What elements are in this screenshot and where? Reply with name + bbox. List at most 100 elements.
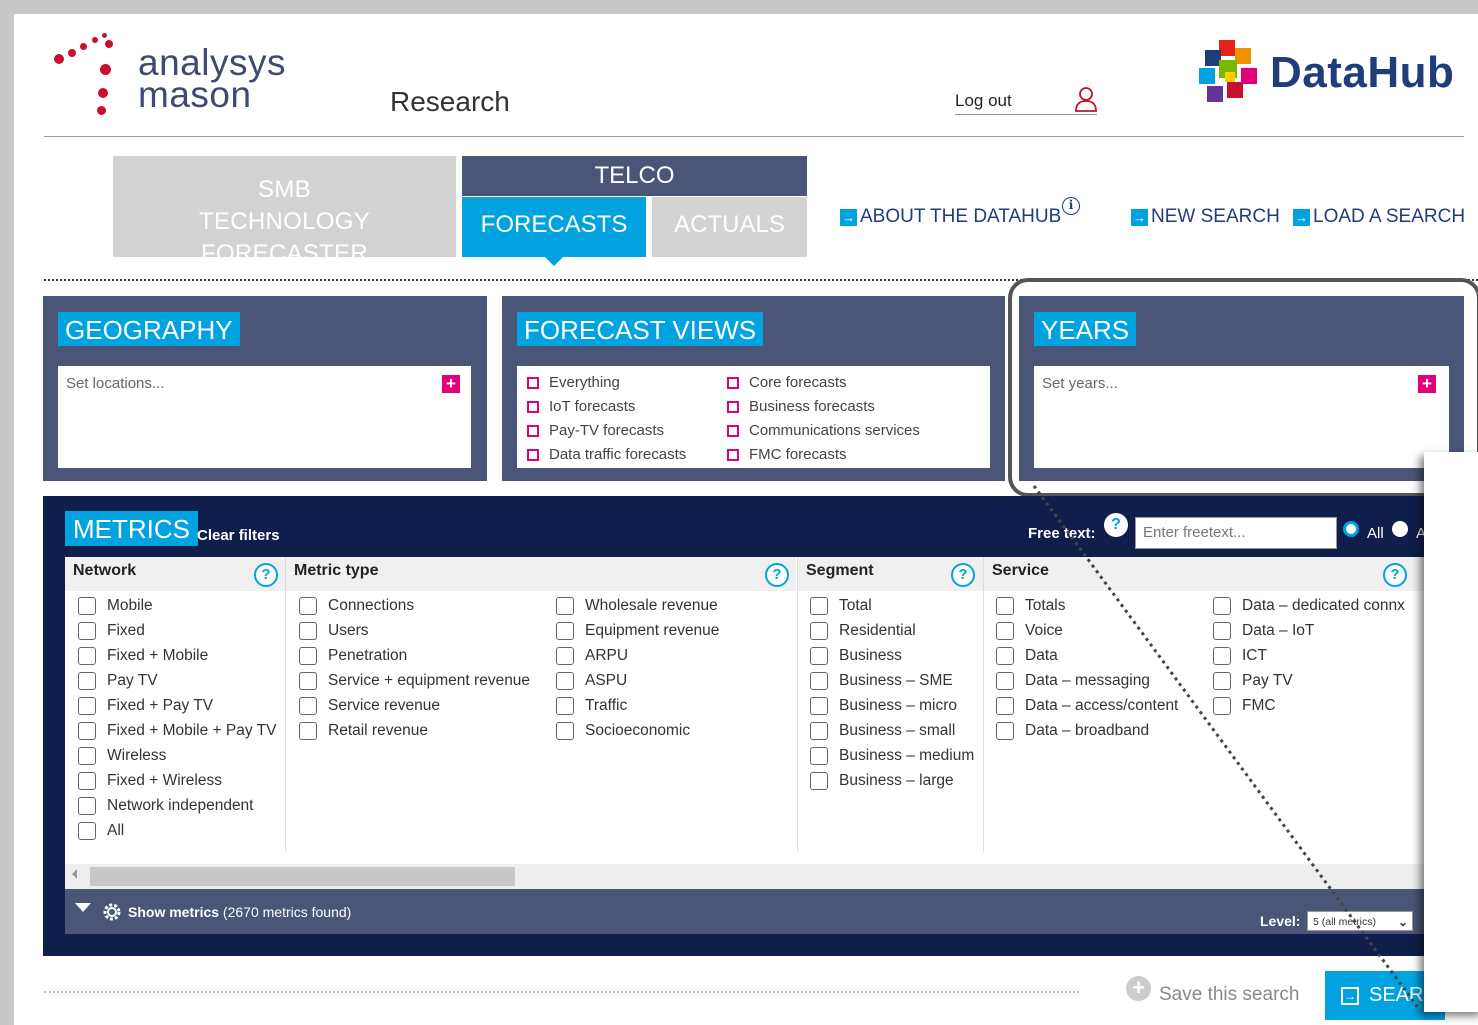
checkbox[interactable] <box>810 622 828 640</box>
checkbox[interactable] <box>996 672 1014 690</box>
network-header: Network <box>65 557 285 591</box>
checkbox[interactable] <box>810 672 828 690</box>
forecast-view-item[interactable]: Data traffic forecasts <box>527 446 686 463</box>
scroll-left-arrow-icon[interactable] <box>72 869 77 879</box>
forecast-view-label: Business forecasts <box>749 398 875 415</box>
checkbox[interactable] <box>810 647 828 665</box>
checkbox[interactable] <box>78 672 96 690</box>
checkbox[interactable] <box>78 747 96 765</box>
checkbox[interactable] <box>78 722 96 740</box>
segment-option[interactable]: Business – small <box>810 722 955 740</box>
option-label: Business – medium <box>839 747 975 764</box>
checkbox[interactable] <box>996 622 1014 640</box>
tab-actuals[interactable]: ACTUALS <box>652 197 807 257</box>
checkbox[interactable] <box>996 647 1014 665</box>
geography-input[interactable]: Set locations... + <box>58 366 471 468</box>
logout-link[interactable]: Log out <box>955 91 1012 111</box>
add-location-icon[interactable]: + <box>442 375 460 393</box>
network-option[interactable]: Mobile <box>78 597 153 615</box>
expand-triangle-icon[interactable] <box>75 903 91 912</box>
checkbox[interactable] <box>556 697 574 715</box>
network-option[interactable]: Fixed + Mobile <box>78 647 208 665</box>
checkbox[interactable] <box>299 672 317 690</box>
checkbox[interactable] <box>556 622 574 640</box>
segment-option[interactable]: Total <box>810 597 872 615</box>
metric-type-option[interactable]: Service + equipment revenue <box>299 672 530 690</box>
checkbox[interactable] <box>78 797 96 815</box>
segment-option[interactable]: Business <box>810 647 902 665</box>
checkbox[interactable] <box>810 747 828 765</box>
about-datahub-link[interactable]: → ABOUT THE DATAHUB <box>840 206 1061 228</box>
active-tab-pointer <box>545 257 563 266</box>
segment-option[interactable]: Business – large <box>810 772 954 790</box>
network-option[interactable]: Fixed + Wireless <box>78 772 222 790</box>
user-icon[interactable] <box>1074 86 1098 112</box>
metric-type-option[interactable]: Users <box>299 622 368 640</box>
checkbox[interactable] <box>78 772 96 790</box>
load-search-link[interactable]: → LOAD A SEARCH <box>1293 206 1465 228</box>
metric-type-option[interactable]: Connections <box>299 597 414 615</box>
scrollbar-thumb[interactable] <box>90 867 515 886</box>
metric-type-option[interactable]: Equipment revenue <box>556 622 719 640</box>
checkbox[interactable] <box>556 672 574 690</box>
checkbox[interactable] <box>299 647 317 665</box>
checkbox[interactable] <box>556 597 574 615</box>
checkbox[interactable] <box>78 822 96 840</box>
checkbox[interactable] <box>299 597 317 615</box>
checkbox[interactable] <box>78 622 96 640</box>
forecast-view-item[interactable]: Everything <box>527 374 620 391</box>
forecast-view-item[interactable]: Communications services <box>727 422 920 439</box>
tab-smb-technology-forecaster[interactable]: SMB TECHNOLOGY FORECASTER <box>113 156 456 267</box>
checkbox[interactable] <box>556 647 574 665</box>
checkbox[interactable] <box>810 722 828 740</box>
analysys-mason-logo[interactable]: analysys mason <box>50 32 310 117</box>
new-search-link[interactable]: → NEW SEARCH <box>1131 206 1280 228</box>
network-help-icon[interactable]: ? <box>254 563 278 587</box>
forecast-view-item[interactable]: FMC forecasts <box>727 446 847 463</box>
metric-type-option[interactable]: ARPU <box>556 647 628 665</box>
segment-option[interactable]: Business – micro <box>810 697 957 715</box>
metric-type-help-icon[interactable]: ? <box>765 563 789 587</box>
checkbox[interactable] <box>556 722 574 740</box>
metric-type-option[interactable]: ASPU <box>556 672 627 690</box>
network-option[interactable]: All <box>78 822 124 840</box>
segment-option[interactable]: Business – SME <box>810 672 953 690</box>
checkbox[interactable] <box>78 597 96 615</box>
checkbox[interactable] <box>810 597 828 615</box>
checkbox[interactable] <box>996 697 1014 715</box>
clear-filters-link[interactable]: Clear filters <box>197 527 280 544</box>
metric-type-option[interactable]: Wholesale revenue <box>556 597 718 615</box>
metric-type-option[interactable]: Service revenue <box>299 697 440 715</box>
network-option[interactable]: Fixed <box>78 622 145 640</box>
metric-type-option[interactable]: Traffic <box>556 697 627 715</box>
network-option[interactable]: Pay TV <box>78 672 158 690</box>
checkbox[interactable] <box>996 722 1014 740</box>
segment-option[interactable]: Business – medium <box>810 747 974 765</box>
forecast-view-item[interactable]: Core forecasts <box>727 374 847 391</box>
checkbox[interactable] <box>78 697 96 715</box>
metric-type-option[interactable]: Retail revenue <box>299 722 428 740</box>
checkbox[interactable] <box>996 597 1014 615</box>
metric-type-option[interactable]: Penetration <box>299 647 407 665</box>
checkbox[interactable] <box>299 622 317 640</box>
forecast-view-item[interactable]: Pay-TV forecasts <box>527 422 664 439</box>
checkbox[interactable] <box>299 722 317 740</box>
gear-icon[interactable] <box>102 902 122 922</box>
segment-option[interactable]: Residential <box>810 622 916 640</box>
forecast-view-item[interactable]: Business forecasts <box>727 398 875 415</box>
show-metrics-link[interactable]: Show metrics (2670 metrics found) <box>128 904 351 920</box>
network-option[interactable]: Fixed + Mobile + Pay TV <box>78 722 276 740</box>
info-icon[interactable]: i <box>1062 197 1080 215</box>
checkbox[interactable] <box>299 697 317 715</box>
network-option[interactable]: Fixed + Pay TV <box>78 697 213 715</box>
checkbox[interactable] <box>810 697 828 715</box>
segment-help-icon[interactable]: ? <box>951 563 975 587</box>
network-option[interactable]: Network independent <box>78 797 254 815</box>
checkbox[interactable] <box>810 772 828 790</box>
network-option[interactable]: Wireless <box>78 747 166 765</box>
metric-type-option[interactable]: Socioeconomic <box>556 722 690 740</box>
tab-telco[interactable]: TELCO <box>462 156 807 196</box>
tab-forecasts[interactable]: FORECASTS <box>462 197 646 257</box>
forecast-view-item[interactable]: IoT forecasts <box>527 398 635 415</box>
checkbox[interactable] <box>78 647 96 665</box>
